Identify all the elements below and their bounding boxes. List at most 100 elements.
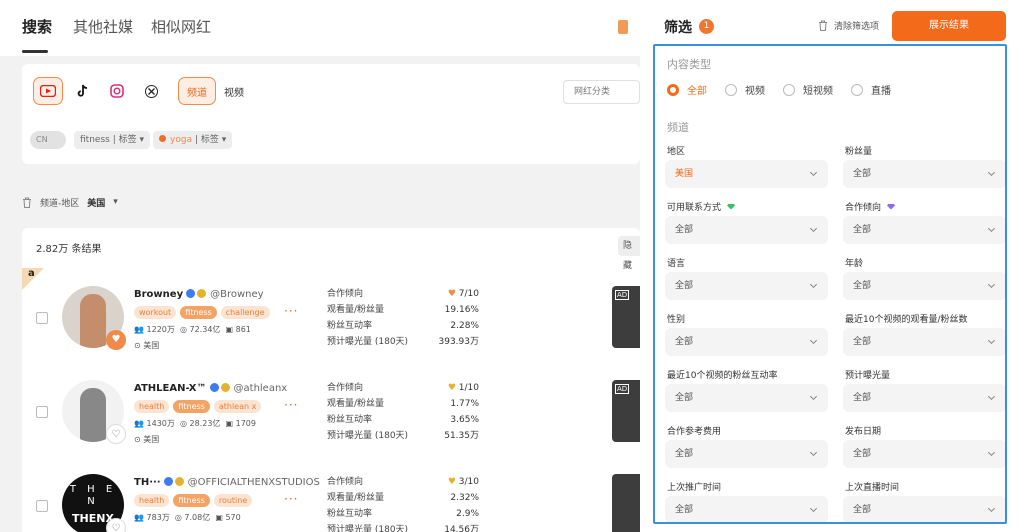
- influencer-handle: @athleanx: [233, 383, 288, 394]
- radio-live[interactable]: 直播: [851, 82, 891, 97]
- clear-filters-button[interactable]: 清除筛选项: [818, 19, 879, 32]
- metric-values: ♥ 1/10 1.77% 3.65% 51.35万: [444, 383, 479, 441]
- table-row[interactable]: ♡ ATHLEAN-X™ @athleanx health fitness ath…: [22, 366, 640, 460]
- tag[interactable]: health: [134, 400, 170, 413]
- chevron-down-icon: [987, 336, 996, 345]
- tag[interactable]: fitness: [180, 306, 217, 319]
- row-checkbox[interactable]: [36, 406, 48, 418]
- cooperation-heart-icon: ♥: [447, 383, 456, 393]
- location-label: 频道-地区: [40, 198, 80, 209]
- gender-select[interactable]: 全部: [665, 328, 828, 356]
- more-options-icon[interactable]: ···: [284, 492, 298, 506]
- row-checkbox[interactable]: [36, 500, 48, 512]
- last-promo-select[interactable]: 全部: [665, 496, 828, 522]
- metric-labels: 合作倾向 观看量/粉丝量 粉丝互动率 预计曝光量 (180天): [327, 383, 409, 441]
- subscriber-count: 783万: [146, 513, 170, 522]
- influencer-name[interactable]: ATHLEAN-X™ @athleanx: [134, 383, 287, 394]
- tag-label: 标签: [200, 135, 219, 145]
- chevron-down-icon: ▾: [113, 197, 118, 207]
- video-thumbnail[interactable]: AD: [612, 286, 640, 348]
- radio-all[interactable]: 全部: [667, 82, 707, 97]
- content-tab-video[interactable]: 视频: [216, 77, 252, 105]
- engagement-select[interactable]: 全部: [665, 384, 828, 412]
- tab-similar-influencers[interactable]: 相似网红: [151, 16, 211, 37]
- region-select[interactable]: 美国: [665, 160, 828, 188]
- location-pin-icon: ⊙: [134, 435, 141, 444]
- age-select[interactable]: 全部: [843, 272, 1005, 300]
- views-icon: ◎: [174, 513, 182, 522]
- verified-badge-icon: [163, 477, 173, 486]
- table-row[interactable]: ♥ Browney @Browney workout fitness challe…: [22, 272, 640, 366]
- tab-other-social[interactable]: 其他社媒: [73, 16, 133, 37]
- location: ⊙ 美国: [134, 435, 160, 444]
- publish-date-select[interactable]: 全部: [843, 440, 1005, 468]
- tag-filter-fitness[interactable]: fitness | 标签 ▾: [74, 131, 150, 149]
- view-count: 28.23亿: [189, 419, 221, 428]
- video-thumbnail[interactable]: AD: [612, 380, 640, 442]
- tag[interactable]: athlean x: [213, 400, 262, 413]
- notification-icon[interactable]: [618, 20, 628, 34]
- chevron-down-icon: [987, 504, 996, 513]
- heart-icon[interactable]: ♥: [106, 330, 126, 350]
- trash-icon[interactable]: [22, 197, 32, 208]
- tag[interactable]: challenge: [220, 306, 270, 319]
- influencer-handle: @OFFICIALTHENXSTUDIOS: [187, 477, 320, 488]
- drawer-title: 筛选: [664, 20, 692, 36]
- content-tab-channel[interactable]: 频道: [178, 77, 216, 105]
- tab-search[interactable]: 搜索: [22, 16, 52, 37]
- chevron-down-icon: [809, 448, 818, 457]
- more-options-icon[interactable]: ···: [284, 304, 298, 318]
- followers-select[interactable]: 全部: [843, 160, 1005, 188]
- video-thumbnail[interactable]: [612, 474, 640, 532]
- influencer-category-select[interactable]: 网红分类: [563, 80, 640, 104]
- location: ⊙ 美国: [134, 341, 160, 350]
- hide-button[interactable]: 隐藏: [618, 236, 640, 271]
- subscribers-icon: 👥: [134, 513, 144, 522]
- radio-short-video[interactable]: 短视频: [783, 82, 833, 97]
- tag-list: health fitness routine: [134, 494, 253, 507]
- field-label-view-ratio: 最近10个视频的观看量/粉丝数: [845, 315, 968, 325]
- fee-select[interactable]: 全部: [665, 440, 828, 468]
- radio-icon: [667, 83, 679, 96]
- clear-filters-label: 清除筛选项: [834, 22, 880, 32]
- field-label-gender: 性别: [667, 315, 686, 325]
- show-results-button[interactable]: 展示结果: [892, 11, 1006, 41]
- influencer-handle: @Browney: [210, 289, 264, 300]
- views-icon: ◎: [179, 325, 187, 334]
- tag[interactable]: fitness: [173, 494, 210, 507]
- field-label-fee: 合作参考费用: [667, 427, 722, 437]
- influencer-name[interactable]: TH··· @OFFICIALTHENXSTUDIOS: [134, 477, 320, 488]
- chevron-down-icon: [809, 280, 818, 289]
- cn-toggle[interactable]: CN: [30, 131, 66, 149]
- chevron-down-icon: [809, 392, 818, 401]
- last-live-select[interactable]: 全部: [843, 496, 1005, 522]
- x-twitter-icon[interactable]: [136, 77, 166, 105]
- tag-filter-yoga[interactable]: yoga | 标签 ▾: [153, 131, 233, 149]
- influencer-name[interactable]: Browney @Browney: [134, 289, 264, 300]
- more-options-icon[interactable]: ···: [284, 398, 298, 412]
- cooperation-select[interactable]: 全部: [843, 216, 1005, 244]
- subscribers-icon: 👥: [134, 419, 144, 428]
- cooperation-heart-icon: ♥: [447, 477, 456, 487]
- contact-select[interactable]: 全部: [665, 216, 828, 244]
- view-count: 7.08亿: [184, 513, 211, 522]
- view-ratio-select[interactable]: 全部: [843, 328, 1005, 356]
- tag[interactable]: health: [134, 494, 170, 507]
- heart-icon[interactable]: ♡: [106, 518, 126, 532]
- tag[interactable]: routine: [213, 494, 253, 507]
- location-value[interactable]: 美国: [87, 196, 105, 209]
- tiktok-icon[interactable]: [68, 77, 98, 105]
- heart-icon[interactable]: ♡: [106, 424, 126, 444]
- radio-icon: [783, 83, 795, 96]
- language-select[interactable]: 全部: [665, 272, 828, 300]
- tag[interactable]: fitness: [173, 400, 210, 413]
- radio-video[interactable]: 视频: [725, 82, 765, 97]
- channel-section-title: 频道: [667, 121, 689, 134]
- instagram-icon[interactable]: [102, 77, 132, 105]
- exposure-select[interactable]: 全部: [843, 384, 1005, 412]
- tag[interactable]: workout: [134, 306, 177, 319]
- youtube-icon[interactable]: [33, 77, 63, 105]
- table-row[interactable]: T H E N THENX ♡ TH··· @OFFICIALTHENXSTUDI…: [22, 460, 640, 532]
- location-pin-icon: ⊙: [134, 341, 141, 350]
- row-checkbox[interactable]: [36, 312, 48, 324]
